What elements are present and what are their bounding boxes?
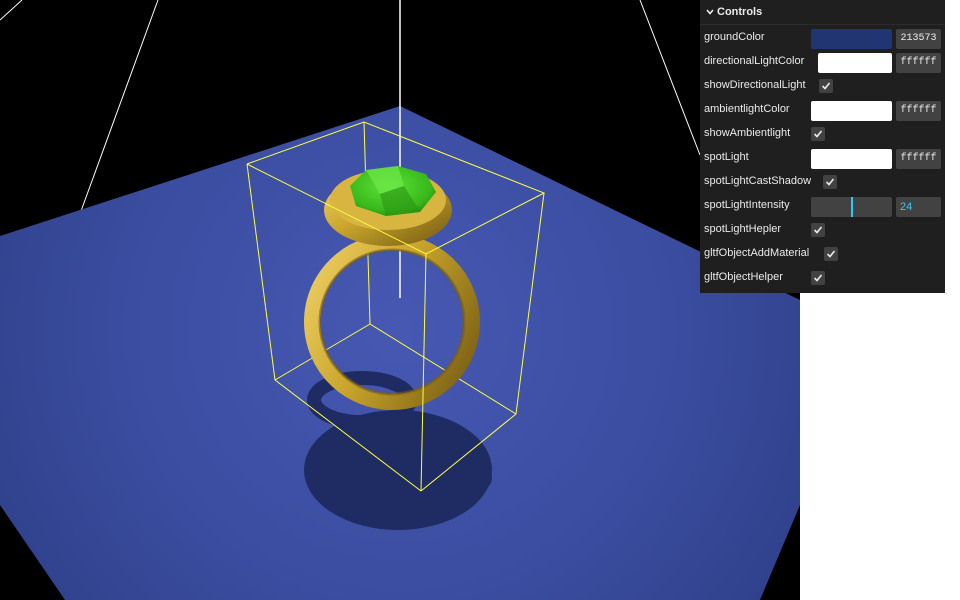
ambient-light-color-swatch[interactable]: [811, 101, 892, 121]
gltf-object-helper-label: gltfObjectHelper: [704, 271, 783, 283]
directional-light-color-label: directionalLightColor: [704, 55, 805, 67]
show-ambient-light-checkbox[interactable]: [811, 127, 825, 141]
row-spot-light-helper: spotLightHepler: [700, 217, 945, 241]
spot-light-helper-label: spotLightHepler: [704, 223, 782, 235]
row-spot-light-color: spotLight ffffff: [700, 145, 945, 169]
ambient-light-color-label: ambientlightColor: [704, 103, 790, 115]
checkmark-icon: [813, 130, 823, 138]
spot-light-intensity-slider[interactable]: [811, 197, 892, 217]
row-show-ambient-light: showAmbientlight: [700, 121, 945, 145]
checkmark-icon: [825, 178, 835, 186]
slider-handle[interactable]: [851, 197, 853, 217]
show-directional-light-label: showDirectionalLight: [704, 79, 806, 91]
spot-light-intensity-label: spotLightIntensity: [704, 199, 790, 211]
checkmark-icon: [813, 274, 823, 282]
spot-light-helper-checkbox[interactable]: [811, 223, 825, 237]
slider-fill: [811, 197, 851, 217]
show-directional-light-checkbox[interactable]: [819, 79, 833, 93]
row-directional-light-color: directionalLightColor ffffff: [700, 49, 945, 73]
controls-title-bar[interactable]: Controls: [700, 0, 945, 25]
ground-color-label: groundColor: [704, 31, 765, 43]
spot-light-label: spotLight: [704, 151, 749, 163]
chevron-down-icon: [704, 7, 716, 18]
gltf-object-add-material-checkbox[interactable]: [824, 247, 838, 261]
checkmark-icon: [813, 226, 823, 234]
row-spot-light-intensity: spotLightIntensity 24: [700, 193, 945, 217]
gltf-object-add-material-label: gltfObjectAddMaterial: [704, 247, 810, 259]
ground-color-hex-input[interactable]: 213573: [896, 29, 941, 49]
spot-light-intensity-input[interactable]: 24: [896, 197, 941, 217]
directional-light-color-hex-input[interactable]: ffffff: [896, 53, 941, 73]
row-show-directional-light: showDirectionalLight: [700, 73, 945, 97]
spot-light-color-swatch[interactable]: [811, 149, 892, 169]
checkmark-icon: [821, 82, 831, 90]
row-gltf-object-helper: gltfObjectHelper: [700, 265, 945, 289]
spotlight-helper-line: [0, 0, 23, 21]
spot-light-color-hex-input[interactable]: ffffff: [896, 149, 941, 169]
row-ground-color: groundColor 213573: [700, 25, 945, 49]
checkmark-icon: [826, 250, 836, 258]
gltf-object-helper-checkbox[interactable]: [811, 271, 825, 285]
controls-panel: Controls groundColor 213573 directionalL…: [700, 0, 945, 293]
scene-render: [0, 0, 800, 600]
ambient-light-color-hex-input[interactable]: ffffff: [896, 101, 941, 121]
directional-light-color-swatch[interactable]: [818, 53, 892, 73]
spot-light-cast-shadow-label: spotLightCastShadow: [704, 175, 812, 187]
show-ambient-light-label: showAmbientlight: [704, 127, 791, 139]
three-canvas[interactable]: [0, 0, 800, 600]
spotlight-helper-line: [639, 0, 701, 156]
controls-title: Controls: [717, 6, 763, 18]
row-ambient-light-color: ambientlightColor ffffff: [700, 97, 945, 121]
spot-light-cast-shadow-checkbox[interactable]: [823, 175, 837, 189]
ground-color-swatch[interactable]: [811, 29, 892, 49]
row-spot-light-cast-shadow: spotLightCastShadow: [700, 169, 945, 193]
row-gltf-object-add-material: gltfObjectAddMaterial: [700, 241, 945, 265]
